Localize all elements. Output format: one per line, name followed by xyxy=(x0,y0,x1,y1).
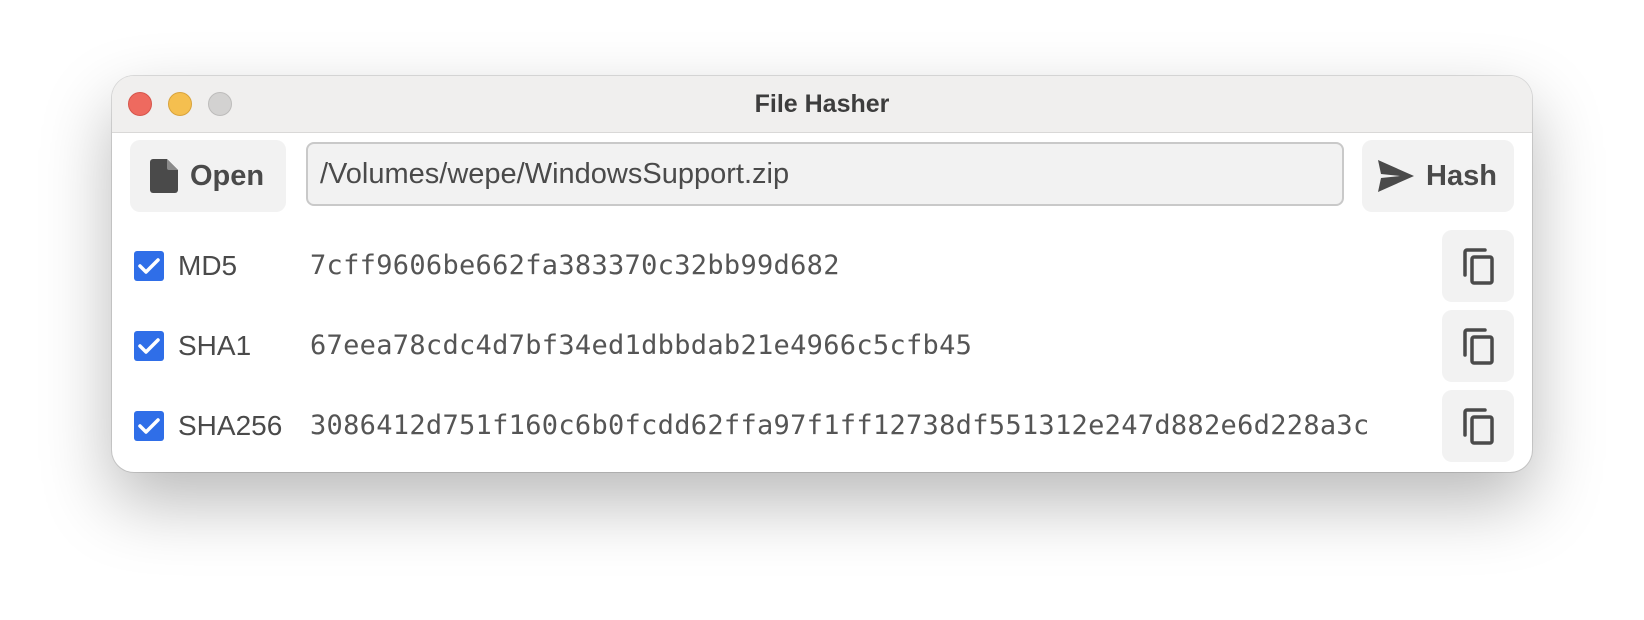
open-button-label: Open xyxy=(190,159,265,192)
window-title: File Hasher xyxy=(754,90,890,118)
copy-md5-button[interactable] xyxy=(1442,230,1514,302)
hash-value: 7cff9606be662fa383370c32bb99d682 xyxy=(310,250,840,281)
title-bar: File Hasher xyxy=(112,76,1532,133)
hash-row-sha256: SHA256 3086412d751f160c6b0fcdd62ffa97f1f… xyxy=(130,390,1514,462)
sha1-checkbox[interactable] xyxy=(134,331,164,361)
checkmark-icon xyxy=(138,418,160,434)
hash-button[interactable]: Hash xyxy=(1362,140,1514,212)
send-icon xyxy=(1378,160,1414,192)
copy-icon xyxy=(1463,248,1494,285)
md5-checkbox[interactable] xyxy=(134,251,164,281)
copy-sha1-button[interactable] xyxy=(1442,310,1514,382)
checkmark-icon xyxy=(138,338,160,354)
file-path-input[interactable] xyxy=(306,142,1344,206)
hash-value: 3086412d751f160c6b0fcdd62ffa97f1ff12738d… xyxy=(310,410,1370,441)
toolbar: Open Hash xyxy=(130,140,1514,212)
checkmark-icon xyxy=(138,258,160,274)
file-icon xyxy=(150,159,178,193)
copy-icon xyxy=(1463,328,1494,365)
hash-value: 67eea78cdc4d7bf34ed1dbbdab21e4966c5cfb45 xyxy=(310,330,973,361)
app-window: File Hasher Open Hash MD5 7cff9606be662f… xyxy=(112,76,1532,472)
sha256-checkbox[interactable] xyxy=(134,411,164,441)
open-button[interactable]: Open xyxy=(130,140,286,212)
hash-row-md5: MD5 7cff9606be662fa383370c32bb99d682 xyxy=(130,230,1514,302)
hash-button-label: Hash xyxy=(1426,159,1497,192)
algorithm-label: SHA256 xyxy=(178,410,283,441)
copy-icon xyxy=(1463,408,1494,445)
copy-sha256-button[interactable] xyxy=(1442,390,1514,462)
hash-row-sha1: SHA1 67eea78cdc4d7bf34ed1dbbdab21e4966c5… xyxy=(130,310,1514,382)
algorithm-label: SHA1 xyxy=(178,330,252,361)
algorithm-label: MD5 xyxy=(178,250,238,281)
